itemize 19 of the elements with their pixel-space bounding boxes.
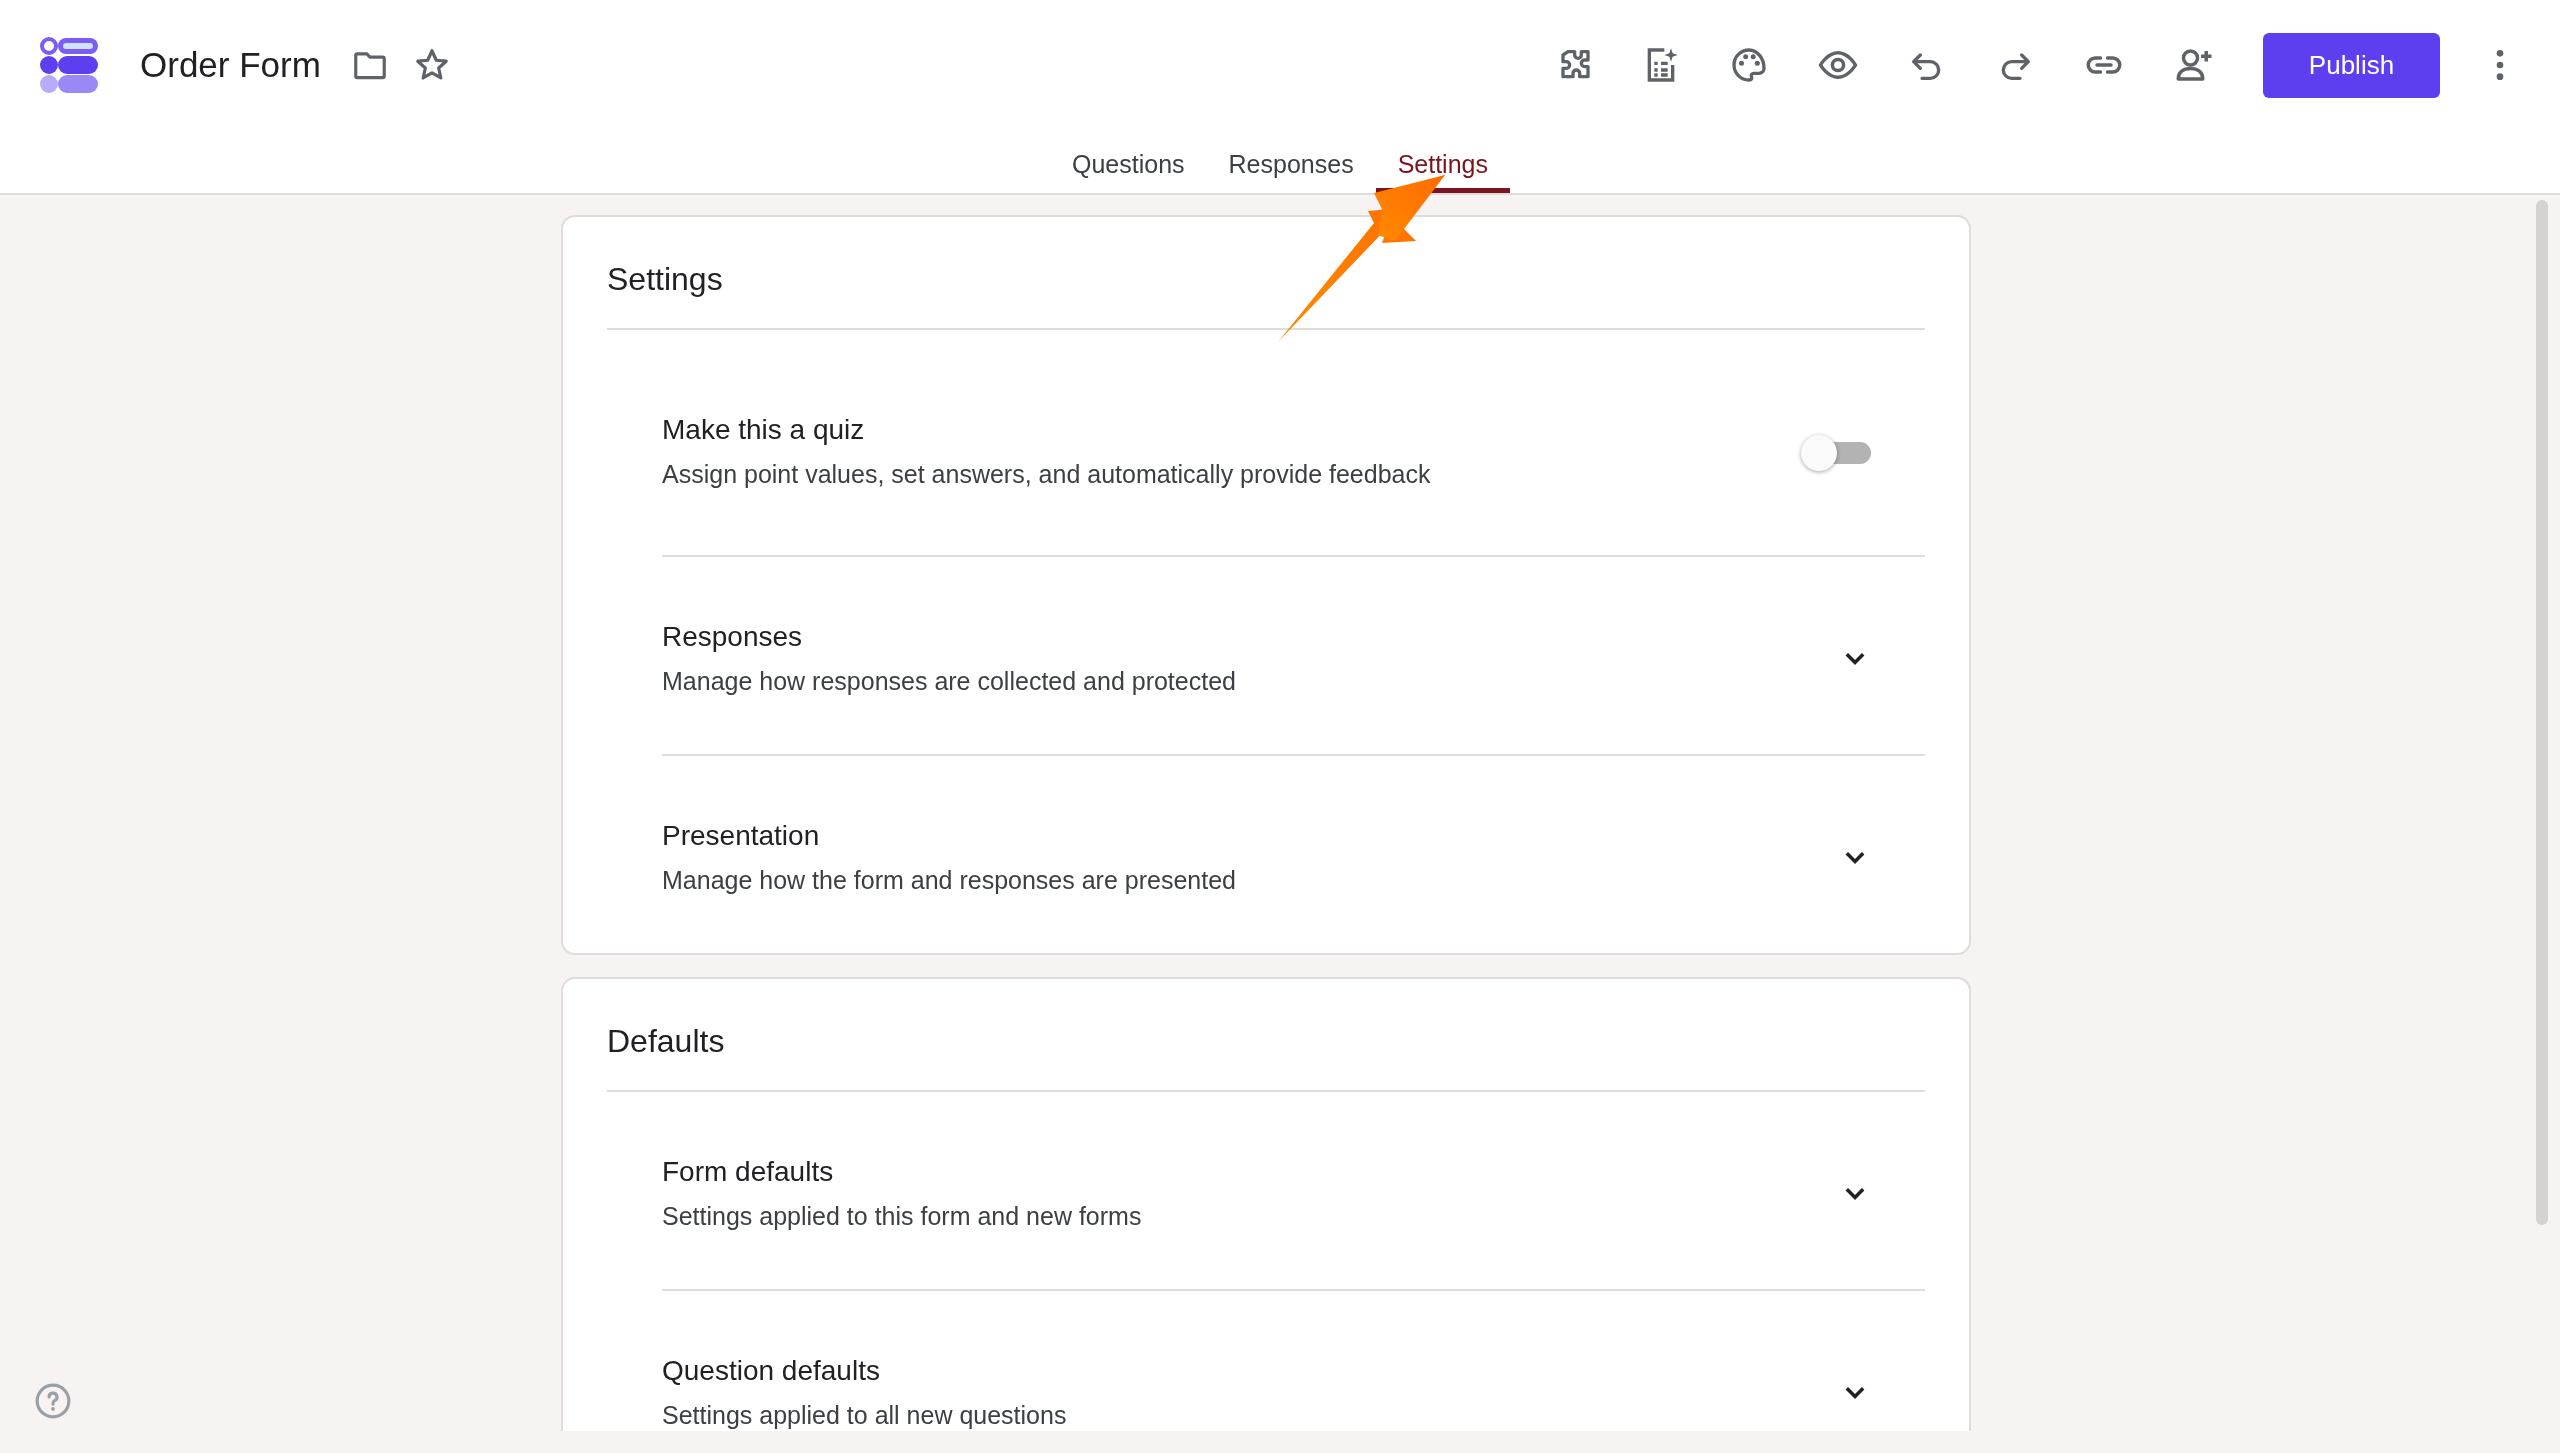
- setting-description: Assign point values, set answers, and automatically provide feedback: [662, 460, 1432, 489]
- setting-title: Question defaults: [662, 1355, 881, 1387]
- setting-description: Settings applied to all new questions: [662, 1401, 1068, 1430]
- toggle-switch[interactable]: [1801, 434, 1871, 469]
- tab[interactable]: Responses: [1206, 130, 1376, 193]
- palette-icon[interactable]: [1729, 45, 1769, 85]
- form-title[interactable]: Order Form: [140, 45, 321, 85]
- app-logo[interactable]: [40, 37, 100, 93]
- publish-button[interactable]: Publish: [2263, 32, 2440, 98]
- setting-title: Presentation: [662, 820, 821, 852]
- setting-title: Responses: [662, 621, 804, 653]
- setting-description: Settings applied to this form and new forms: [662, 1202, 1143, 1231]
- setting-title: Form defaults: [662, 1156, 835, 1188]
- setting-description: Manage how responses are collected and protected: [662, 667, 1237, 696]
- setting-title: Make this a quiz: [662, 414, 866, 446]
- card-title: Defaults: [607, 979, 1925, 1092]
- tab[interactable]: Questions: [1050, 130, 1207, 193]
- scrollbar[interactable]: [2536, 200, 2548, 1225]
- setting-description: Manage how the form and responses are presented: [662, 866, 1237, 895]
